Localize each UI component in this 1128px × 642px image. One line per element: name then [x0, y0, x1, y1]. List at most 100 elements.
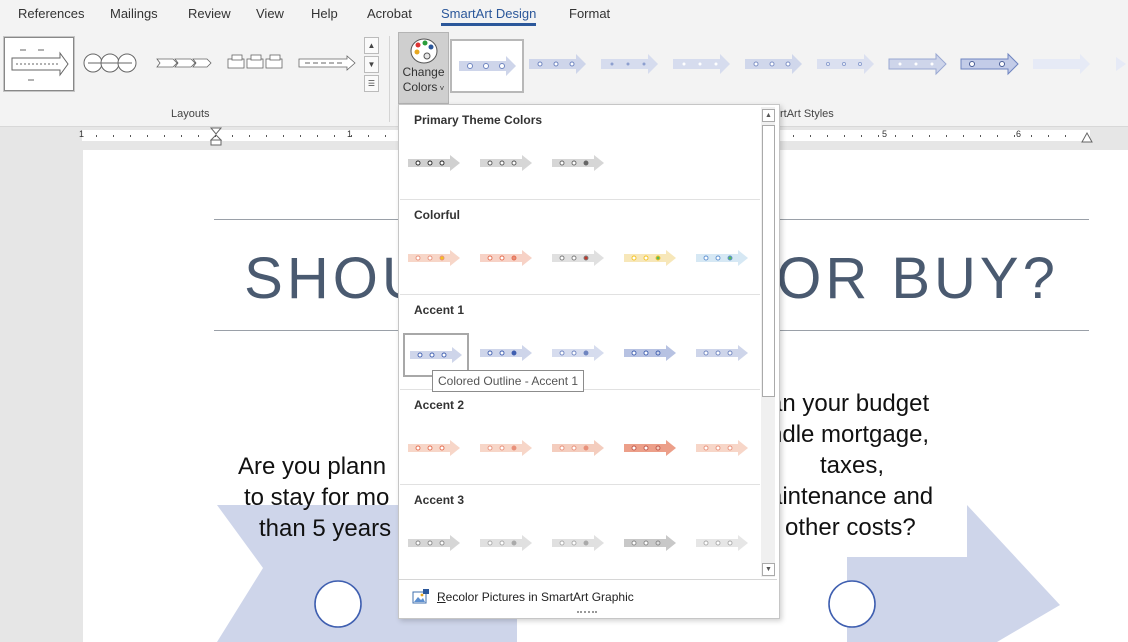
swatch-dot [487, 160, 493, 166]
arrow-swatch-icon [408, 535, 460, 551]
tab-references[interactable]: References [18, 6, 84, 21]
arrow-swatch-icon [480, 345, 532, 361]
scroll-up-icon[interactable]: ▲ [762, 109, 775, 122]
swatch-dot [511, 445, 517, 451]
color-option[interactable] [475, 333, 537, 373]
tab-view[interactable]: View [256, 6, 284, 21]
gallery-scroll-up-icon[interactable]: ▲ [364, 37, 379, 54]
change-colors-dropdown: Primary Theme Colors Colorful Accent 1 A… [398, 104, 780, 619]
color-option[interactable] [547, 143, 609, 183]
section-title-colorful: Colorful [414, 208, 460, 222]
swatch-dot [499, 255, 505, 261]
ruler-tick [198, 135, 199, 137]
swatch-dot [631, 445, 637, 451]
style-option-2[interactable] [522, 39, 592, 89]
resize-grip[interactable] [577, 611, 597, 615]
ruler-tick [113, 135, 114, 137]
tab-acrobat[interactable]: Acrobat [367, 6, 412, 21]
indent-marker-icon[interactable] [209, 127, 223, 147]
dropdown-scrollbar[interactable]: ▲ ▼ [761, 107, 775, 577]
right-smartart-text[interactable]: an your budget ndle mortgage, taxes, ain… [769, 388, 969, 543]
swatch-dot [439, 255, 445, 261]
section-divider [400, 294, 760, 295]
tab-smartart-design[interactable]: SmartArt Design [441, 6, 537, 26]
color-option[interactable] [475, 143, 537, 183]
ruler-tick [895, 135, 896, 137]
swatch-dot [583, 350, 589, 356]
swatch-dot [511, 255, 517, 261]
color-option[interactable] [475, 523, 537, 563]
change-colors-button[interactable]: Change Colors ˅ [398, 32, 449, 104]
color-option[interactable] [619, 523, 681, 563]
swatch-dot [429, 352, 435, 358]
swatch-dot [439, 540, 445, 546]
swatch-dot [655, 540, 661, 546]
tab-review[interactable]: Review [188, 6, 231, 21]
color-option[interactable] [547, 428, 609, 468]
swatch-dot [715, 255, 721, 261]
color-option[interactable] [619, 238, 681, 278]
color-option[interactable] [403, 238, 465, 278]
right-indent-marker-icon[interactable] [1080, 131, 1094, 143]
color-option[interactable] [403, 143, 465, 183]
color-option[interactable] [547, 333, 609, 373]
style-option-10[interactable] [1098, 39, 1128, 89]
ruler-tick [878, 135, 879, 137]
dashed-arrow-layout-icon [298, 55, 356, 71]
color-option[interactable] [475, 238, 537, 278]
style-option-4[interactable] [666, 39, 736, 89]
scroll-down-icon[interactable]: ▼ [762, 563, 775, 576]
ruler-tick [300, 135, 301, 137]
color-option[interactable] [691, 333, 753, 373]
color-option[interactable] [691, 523, 753, 563]
swatch-dot [715, 445, 721, 451]
text-line: than 5 years [259, 515, 392, 542]
gallery-scroll-down-icon[interactable]: ▼ [364, 56, 379, 73]
layout-option-1[interactable] [3, 36, 75, 92]
tab-format[interactable]: Format [569, 6, 610, 21]
tab-help[interactable]: Help [311, 6, 338, 21]
color-option[interactable] [547, 238, 609, 278]
swatch-dot [703, 350, 709, 356]
ruler-tick [793, 135, 794, 137]
ruler-tick [368, 135, 369, 137]
text-line: ndle mortgage, [769, 421, 930, 448]
layouts-group-label: Layouts [171, 108, 210, 120]
swatch-dot [427, 540, 433, 546]
change-colors-label-2: Colors [402, 80, 438, 94]
scrollbar-thumb[interactable] [762, 125, 775, 397]
swatch-dot [655, 255, 661, 261]
color-option[interactable] [403, 523, 465, 563]
text-line: to stay for mo [244, 484, 390, 511]
color-option[interactable] [691, 428, 753, 468]
tab-mailings[interactable]: Mailings [110, 6, 158, 21]
color-option[interactable] [691, 238, 753, 278]
recolor-pictures-item[interactable]: Recolor Pictures in SmartArt Graphic [399, 579, 777, 618]
layout-option-3[interactable] [148, 37, 216, 89]
style-option-7[interactable] [882, 39, 952, 89]
arrow-swatch-icon [408, 155, 460, 171]
style-option-8[interactable] [954, 39, 1024, 89]
style-option-3[interactable] [594, 39, 664, 89]
ruler-tick [181, 135, 182, 137]
left-smartart-text[interactable]: Are you plann to stay for mo than 5 year… [238, 451, 408, 544]
style-option-5[interactable] [738, 39, 808, 89]
layout-option-4[interactable] [220, 37, 288, 89]
color-option[interactable] [619, 333, 681, 373]
swatch-dot [439, 160, 445, 166]
arrow-style-icon [1033, 54, 1090, 74]
style-option-1[interactable] [450, 39, 524, 93]
color-option[interactable] [619, 428, 681, 468]
layout-option-5[interactable] [292, 37, 360, 89]
swatch-dot [571, 350, 577, 356]
color-option[interactable] [547, 523, 609, 563]
style-option-6[interactable] [810, 39, 880, 89]
chevron-layout-icon [156, 58, 212, 68]
gallery-more-icon[interactable]: ☰ [364, 75, 379, 92]
circles-layout-icon [83, 53, 137, 73]
style-option-9[interactable] [1026, 39, 1096, 89]
layout-option-2[interactable] [76, 37, 144, 89]
color-option[interactable] [403, 428, 465, 468]
color-option[interactable] [475, 428, 537, 468]
recolor-picture-icon [412, 589, 429, 604]
